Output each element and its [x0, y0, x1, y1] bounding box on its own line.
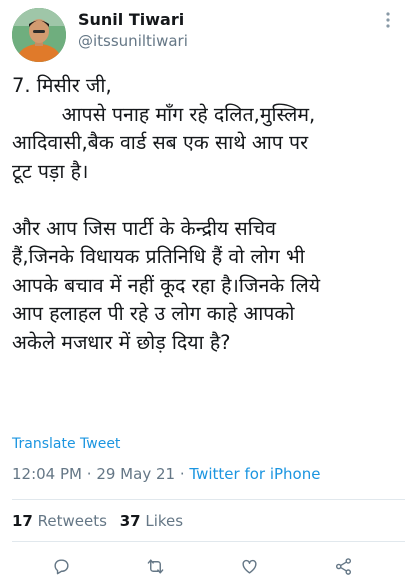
more-options-icon[interactable] — [385, 12, 391, 32]
reply-icon[interactable] — [50, 555, 72, 577]
author-names: Sunil Tiwari @itssuniltiwari — [78, 10, 188, 52]
tweet-date: 29 May 21 — [96, 465, 176, 483]
retweets-stat[interactable]: 17 Retweets — [12, 512, 107, 530]
divider — [12, 499, 405, 500]
tweet-actions — [0, 552, 405, 580]
retweets-label: Retweets — [37, 512, 107, 530]
avatar[interactable] — [12, 8, 66, 62]
likes-label: Likes — [145, 512, 184, 530]
meta-separator: · — [179, 465, 185, 483]
divider — [12, 541, 405, 542]
tweet-source-link[interactable]: Twitter for iPhone — [189, 465, 320, 483]
likes-count: 37 — [119, 512, 141, 530]
tweet-time: 12:04 PM — [12, 465, 82, 483]
tweet-stats: 17 Retweets 37 Likes — [12, 512, 183, 530]
author-handle[interactable]: @itssuniltiwari — [78, 30, 188, 52]
tweet-header: Sunil Tiwari @itssuniltiwari — [12, 8, 397, 62]
author-display-name[interactable]: Sunil Tiwari — [78, 10, 188, 30]
retweet-icon[interactable] — [144, 555, 166, 577]
translate-tweet-link[interactable]: Translate Tweet — [12, 436, 120, 452]
share-icon[interactable] — [333, 555, 355, 577]
likes-stat[interactable]: 37 Likes — [120, 512, 183, 530]
tweet-text: 7. मिसीर जी, आपसे पनाह माँग रहे दलित,मुस… — [12, 74, 321, 354]
retweets-count: 17 — [12, 512, 33, 530]
tweet-meta: 12:04 PM · 29 May 21 · Twitter for iPhon… — [12, 465, 320, 483]
like-icon[interactable] — [239, 555, 261, 577]
meta-separator: · — [86, 465, 92, 483]
